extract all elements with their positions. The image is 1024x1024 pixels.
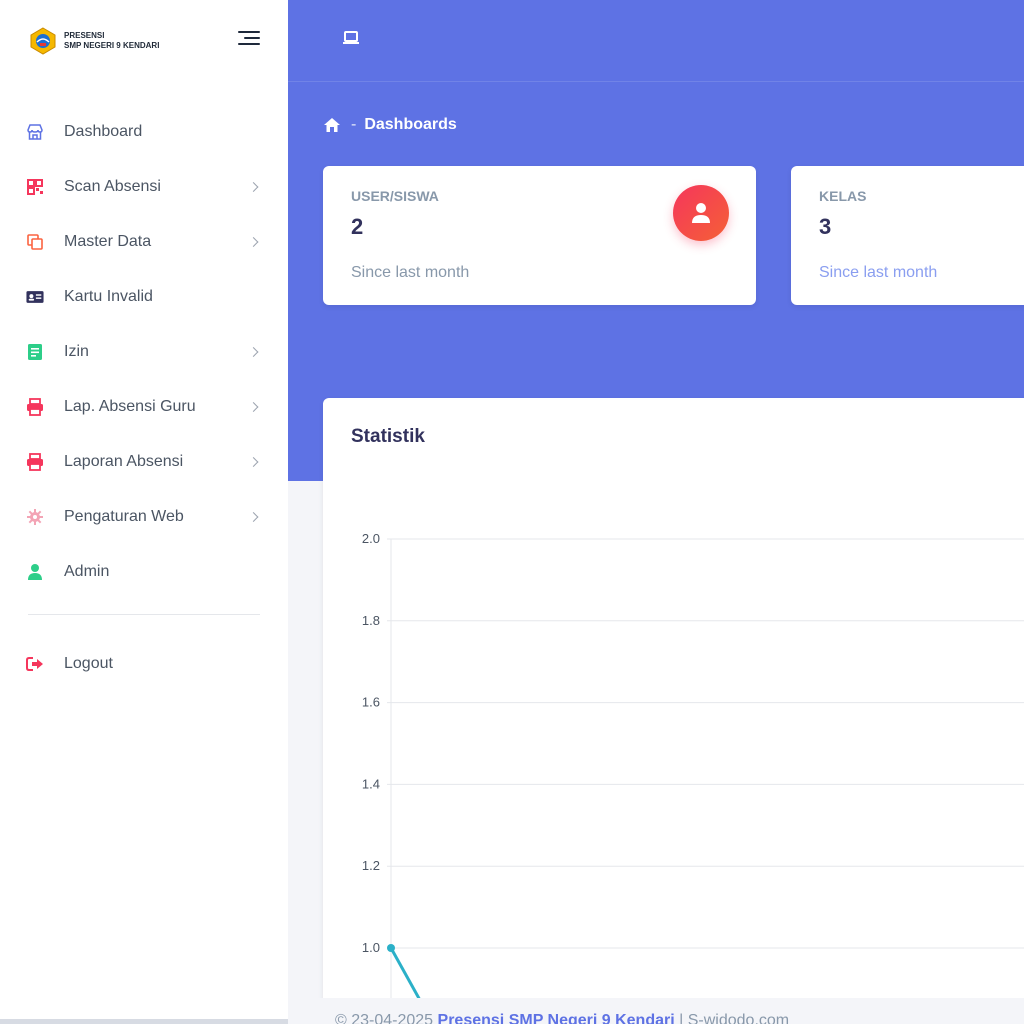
user-icon	[673, 185, 729, 241]
brand-line-2: SMP NEGERI 9 KENDARI	[64, 41, 160, 50]
y-tick-label: 1.8	[362, 613, 380, 628]
chevron-right-icon	[248, 511, 259, 522]
chevron-right-icon	[248, 346, 259, 357]
y-tick-label: 2.0	[362, 531, 380, 546]
id-card-icon	[26, 288, 44, 306]
sidebar-item-scan-absensi[interactable]: Scan Absensi	[0, 159, 288, 214]
chevron-right-icon	[248, 236, 259, 247]
y-tick-label: 1.4	[362, 776, 380, 791]
chevron-right-icon	[248, 401, 259, 412]
breadcrumb-separator: -	[351, 116, 357, 133]
sidebar-item-dashboard[interactable]: Dashboard	[0, 104, 288, 159]
sidebar-item-label: Admin	[64, 562, 110, 580]
topbar	[288, 0, 1024, 82]
data-point	[387, 944, 395, 952]
sidebar-menu: Dashboard Scan Absensi Master Data Kartu…	[0, 104, 288, 599]
sidebar-item-label: Lap. Absensi Guru	[64, 397, 196, 415]
y-tick-label: 1.0	[362, 940, 380, 955]
sidenav-toggle-icon[interactable]	[238, 31, 260, 47]
stat-title: USER/SISWA	[351, 188, 439, 204]
logout-section: Logout	[0, 636, 288, 691]
sidebar-item-logout[interactable]: Logout	[0, 636, 288, 691]
breadcrumb-current[interactable]: Dashboards	[364, 116, 456, 134]
qr-code-icon	[26, 178, 44, 196]
sign-out-icon	[26, 655, 44, 673]
sidebar: PRESENSI SMP NEGERI 9 KENDARI Dashboard …	[0, 0, 288, 1024]
statistik-card: Statistik 2.0 1.8 1.6 1.4 1.2 1.0	[323, 398, 1024, 1024]
sidebar-item-izin[interactable]: Izin	[0, 324, 288, 379]
shop-icon	[26, 123, 44, 141]
brand-text: PRESENSI SMP NEGERI 9 KENDARI	[64, 31, 159, 51]
statistik-chart: 2.0 1.8 1.6 1.4 1.2 1.0	[362, 531, 1024, 1024]
sidebar-item-pengaturan-web[interactable]: Pengaturan Web	[0, 489, 288, 544]
laptop-icon[interactable]	[342, 30, 360, 46]
sidebar-item-admin[interactable]: Admin	[0, 544, 288, 599]
breadcrumb: - Dashboards	[323, 116, 457, 134]
footer-credit[interactable]: S-widodo.com	[688, 1012, 789, 1024]
chevron-right-icon	[248, 181, 259, 192]
footer-date: © 23-04-2025	[335, 1012, 434, 1024]
y-tick-label: 1.2	[362, 858, 380, 873]
copy-icon	[26, 233, 44, 251]
stat-note: Since last month	[819, 264, 938, 281]
home-icon[interactable]	[323, 117, 341, 133]
sidebar-item-label: Pengaturan Web	[64, 507, 184, 525]
printer-icon	[26, 452, 44, 471]
sidebar-item-label: Scan Absensi	[64, 177, 161, 195]
chevron-right-icon	[248, 456, 259, 467]
footer-separator: |	[679, 1012, 684, 1024]
user-icon	[26, 563, 44, 581]
school-logo-icon	[30, 27, 56, 55]
sidebar-item-kartu-invalid[interactable]: Kartu Invalid	[0, 269, 288, 324]
stat-note: Since last month	[351, 264, 470, 281]
stat-value: 3	[819, 214, 832, 239]
printer-icon	[26, 397, 44, 416]
sidebar-item-label: Master Data	[64, 232, 152, 250]
footer-text: © 23-04-2025 Presensi SMP Negeri 9 Kenda…	[335, 1012, 789, 1024]
gear-icon	[26, 508, 44, 526]
stat-value: 2	[351, 214, 364, 239]
sidebar-item-lap-absensi-guru[interactable]: Lap. Absensi Guru	[0, 379, 288, 434]
document-icon	[26, 343, 44, 361]
sidebar-item-label: Kartu Invalid	[64, 287, 153, 305]
sidebar-item-label: Laporan Absensi	[64, 452, 184, 470]
sidebar-item-label: Logout	[64, 654, 113, 672]
footer-link[interactable]: Presensi SMP Negeri 9 Kendari	[438, 1012, 675, 1024]
stat-card-user-siswa: USER/SISWA 2 Since last month	[323, 166, 756, 305]
horizontal-scrollbar[interactable]	[0, 1019, 288, 1024]
y-tick-label: 1.6	[362, 695, 380, 710]
sidebar-item-master-data[interactable]: Master Data	[0, 214, 288, 269]
brand[interactable]: PRESENSI SMP NEGERI 9 KENDARI	[28, 26, 159, 56]
brand-line-1: PRESENSI	[64, 31, 105, 40]
stat-card-kelas: KELAS 3 Since last month	[791, 166, 1024, 305]
footer: © 23-04-2025 Presensi SMP Negeri 9 Kenda…	[288, 998, 1024, 1024]
stat-title: KELAS	[819, 188, 867, 204]
sidebar-item-label: Dashboard	[64, 122, 143, 140]
sidebar-divider	[28, 614, 260, 615]
sidebar-item-laporan-absensi[interactable]: Laporan Absensi	[0, 434, 288, 489]
sidebar-item-label: Izin	[64, 342, 89, 360]
